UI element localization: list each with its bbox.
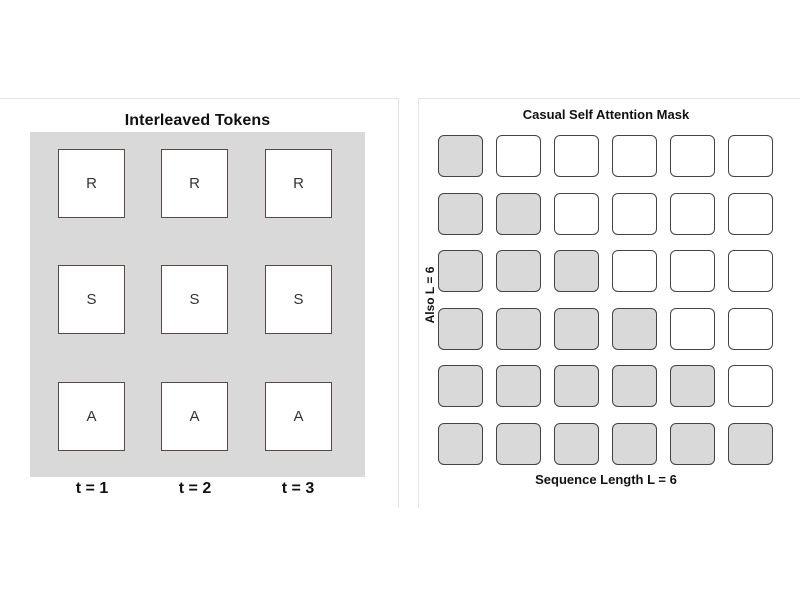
- mask-cell-r5-c3: [554, 365, 599, 407]
- mask-cell-r4-c3: [554, 307, 599, 350]
- mask-cell-r5-c1: [438, 365, 483, 407]
- attention-mask-y-label: Also L = 6: [423, 266, 437, 324]
- mask-cell-r1-c3: [554, 135, 599, 177]
- mask-cell-r5-c6: [728, 365, 773, 407]
- mask-cell-r2-c2: [496, 192, 541, 235]
- mask-cell-r1-c4: [612, 135, 657, 177]
- mask-cell-r2-c5: [670, 192, 715, 235]
- mask-cell-r1-c6: [728, 135, 773, 177]
- right-panel-top-border: [418, 98, 800, 99]
- panel-divider-right: [418, 98, 419, 508]
- attention-mask-x-label: Sequence Length L = 6: [535, 472, 677, 487]
- mask-cell-r2-c4: [612, 192, 657, 235]
- mask-cell-r6-c4: [612, 422, 657, 465]
- token-r-t1: R: [58, 149, 125, 218]
- mask-cell-r3-c2: [496, 250, 541, 292]
- mask-cell-r5-c2: [496, 365, 541, 407]
- mask-cell-r3-c6: [728, 250, 773, 292]
- mask-cell-r4-c4: [612, 307, 657, 350]
- left-panel-top-border: [0, 98, 398, 99]
- mask-cell-r6-c3: [554, 422, 599, 465]
- mask-cell-r6-c5: [670, 422, 715, 465]
- mask-cell-r4-c1: [438, 307, 483, 350]
- token-r-t2: R: [161, 149, 228, 218]
- timestep-label-3: t = 3: [281, 480, 315, 497]
- token-s-t3: S: [265, 265, 332, 334]
- mask-cell-r1-c1: [438, 135, 483, 177]
- token-s-t1: S: [58, 265, 125, 334]
- mask-cell-r5-c4: [612, 365, 657, 407]
- token-a-t2: A: [161, 382, 228, 451]
- token-r-t3: R: [265, 149, 332, 218]
- timestep-label-2: t = 2: [178, 480, 212, 497]
- attention-mask-title: Casual Self Attention Mask: [522, 107, 690, 122]
- mask-cell-r3-c3: [554, 250, 599, 292]
- mask-cell-r3-c5: [670, 250, 715, 292]
- token-a-t1: A: [58, 382, 125, 451]
- mask-cell-r5-c5: [670, 365, 715, 407]
- interleaved-tokens-title: Interleaved Tokens: [124, 112, 271, 129]
- mask-cell-r2-c1: [438, 192, 483, 235]
- mask-cell-r1-c5: [670, 135, 715, 177]
- token-s-t2: S: [161, 265, 228, 334]
- mask-cell-r2-c6: [728, 192, 773, 235]
- token-a-t3: A: [265, 382, 332, 451]
- mask-cell-r3-c4: [612, 250, 657, 292]
- panel-divider-left: [398, 98, 399, 508]
- timestep-label-1: t = 1: [75, 480, 109, 497]
- mask-cell-r3-c1: [438, 250, 483, 292]
- mask-cell-r6-c1: [438, 422, 483, 465]
- mask-cell-r1-c2: [496, 135, 541, 177]
- mask-cell-r4-c6: [728, 307, 773, 350]
- mask-cell-r6-c6: [728, 422, 773, 465]
- mask-cell-r2-c3: [554, 192, 599, 235]
- mask-cell-r6-c2: [496, 422, 541, 465]
- mask-cell-r4-c5: [670, 307, 715, 350]
- mask-cell-r4-c2: [496, 307, 541, 350]
